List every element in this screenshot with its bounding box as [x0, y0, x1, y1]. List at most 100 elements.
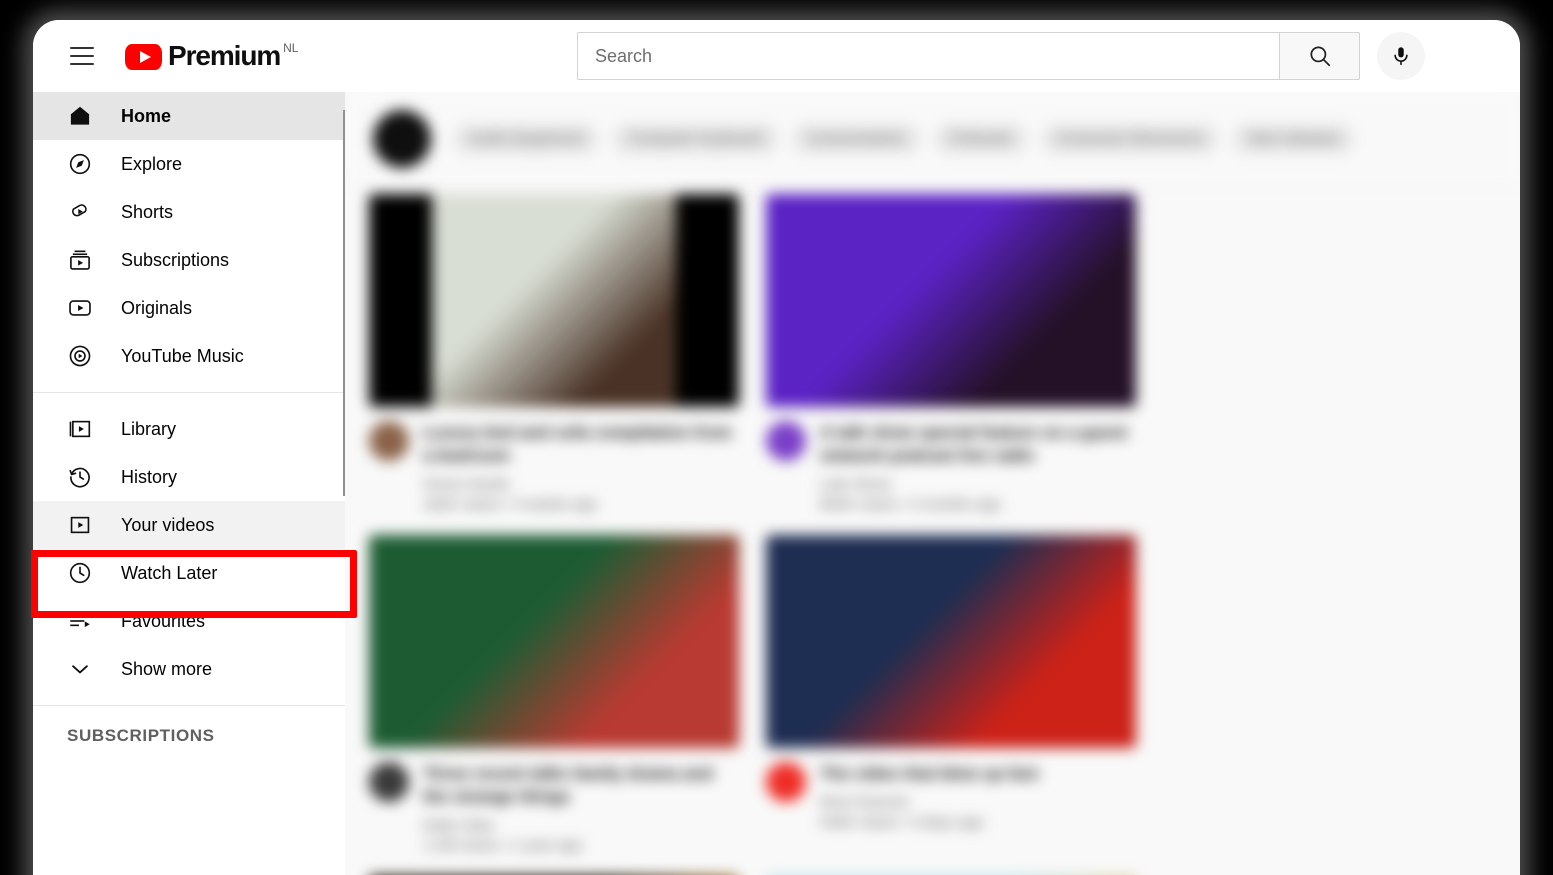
video-stats: 182K views • 4 weeks ago [423, 496, 598, 513]
sidebar-item-label: History [121, 466, 178, 487]
sidebar-item-label: Library [121, 418, 177, 439]
sidebar-item-label: Watch Later [121, 562, 218, 583]
your-videos-icon [70, 516, 90, 534]
sidebar-item-shorts[interactable]: Shorts [33, 188, 345, 236]
hamburger-menu-icon[interactable] [70, 47, 94, 65]
sidebar-item-label: Your videos [121, 514, 215, 535]
sidebar-item-favourites[interactable]: Favourites [33, 597, 345, 645]
filter-chip[interactable] [373, 109, 431, 168]
sidebar-item-subscriptions[interactable]: Subscriptions [33, 236, 345, 284]
library-icon [69, 420, 91, 438]
video-thumbnail[interactable] [369, 535, 739, 748]
video-grid: Luxury bed and sofa compilation from a b… [345, 186, 1520, 875]
sidebar-item-home[interactable]: Home [33, 92, 345, 140]
your-videos-icon [67, 512, 93, 538]
clock-icon [67, 560, 93, 586]
channel-avatar[interactable] [766, 421, 806, 461]
filter-chip[interactable]: Podcasts [934, 122, 1028, 155]
sidebar-item-label: YouTube Music [121, 345, 244, 366]
sidebar-item-your-videos[interactable]: Your videos [33, 501, 345, 549]
microphone-icon [1394, 47, 1408, 66]
sidebar-item-originals[interactable]: Originals [33, 284, 345, 332]
sidebar-item-watch-later[interactable]: Watch Later [33, 549, 345, 597]
browser-window: Premium NL Search Home Explore Shorts Su… [33, 20, 1520, 875]
video-meta: The video that blew up fast Red Channel 54… [766, 762, 1136, 831]
sidebar-item-label: Explore [121, 153, 183, 174]
video-text-block: The video that blew up fast Red Channel 54… [820, 762, 1136, 831]
video-thumbnail[interactable] [369, 194, 739, 407]
video-stats: 540K views • 3 days ago [820, 814, 984, 831]
playlist-icon [70, 615, 90, 628]
originals-icon [67, 295, 93, 321]
video-channel-name[interactable]: Home Studio [423, 476, 739, 493]
history-icon [67, 464, 93, 490]
channel-avatar[interactable] [766, 762, 806, 802]
brand-name: Premium [168, 40, 281, 71]
brand-country-code: NL [283, 41, 299, 55]
chevron-down-icon [72, 665, 88, 674]
compass-icon [67, 151, 93, 177]
sidebar-item-label: Subscriptions [121, 249, 230, 270]
video-stats: 894K views • 2 months ago [820, 496, 1002, 513]
thumbnail-letterbox [676, 194, 739, 407]
search-button[interactable] [1279, 32, 1360, 80]
compass-icon [69, 153, 91, 175]
search-input[interactable] [577, 32, 1279, 80]
video-channel-name[interactable]: Daily Clips [423, 817, 739, 834]
video-card[interactable]: Three recent talks family drama and the … [369, 535, 739, 854]
originals-icon [69, 300, 91, 316]
sidebar-item-label: Favourites [121, 610, 206, 631]
left-sidebar[interactable]: Home Explore Shorts Subscriptions Originals Y… [33, 92, 345, 875]
chevron-down-icon [67, 656, 93, 682]
sidebar-item-label: Home [121, 105, 172, 126]
channel-avatar[interactable] [369, 762, 409, 802]
subscriptions-icon [70, 250, 90, 270]
shorts-icon [72, 204, 87, 217]
sidebar-item-explore[interactable]: Explore [33, 140, 345, 188]
search-icon [1309, 46, 1330, 67]
subscriptions-icon [67, 247, 93, 273]
search-area [577, 32, 1425, 80]
video-title[interactable]: Three recent talks family drama and the … [423, 762, 739, 808]
sidebar-item-show-more[interactable]: Show more [33, 645, 345, 693]
shorts-icon [67, 199, 93, 225]
filter-chip[interactable]: Commentaries [791, 122, 922, 155]
home-icon [67, 103, 93, 129]
video-card[interactable]: Luxury bed and sofa compilation from a b… [369, 194, 739, 513]
home-icon [70, 106, 90, 125]
voice-search-button[interactable] [1377, 32, 1425, 80]
video-thumbnail[interactable] [766, 194, 1136, 407]
screenshot-root: Premium NL Search Home Explore Shorts Su… [0, 0, 1553, 875]
filter-chip[interactable]: Consumer Electronics [1040, 122, 1220, 155]
thumbnail-letterbox [369, 194, 432, 407]
filter-chip[interactable]: Audio Equipment [453, 122, 600, 155]
video-thumbnail[interactable] [766, 535, 1136, 748]
sidebar-secondary-group: Library History Your videos Watch Later Favo… [33, 393, 345, 705]
filter-chip[interactable]: New releases [1232, 122, 1356, 155]
channel-avatar[interactable] [369, 421, 409, 461]
youtube-music-icon [69, 345, 91, 367]
youtube-logo-icon [125, 44, 162, 70]
video-channel-name[interactable]: Red Channel [820, 794, 1136, 811]
clock-icon [69, 562, 91, 584]
video-card[interactable]: The video that blew up fast Red Channel 54… [766, 535, 1136, 854]
video-title[interactable]: Luxury bed and sofa compilation from a b… [423, 421, 739, 467]
youtube-music-icon [67, 343, 93, 369]
library-icon [67, 416, 93, 442]
sidebar-item-library[interactable]: Library [33, 405, 345, 453]
video-title[interactable]: The video that blew up fast [820, 762, 1136, 785]
video-stats: 1.2M views • 1 year ago [423, 837, 583, 854]
main-content-area: Audio Equipment Computer Keyboard Commenta… [345, 92, 1520, 875]
video-card[interactable]: A talk show special feature on a guest n… [766, 194, 1136, 513]
subscriptions-section-header: SUBSCRIPTIONS [67, 726, 215, 745]
video-channel-name[interactable]: Late Show [820, 476, 1136, 493]
filter-chips-bar[interactable]: Audio Equipment Computer Keyboard Commenta… [345, 92, 1520, 186]
youtube-premium-logo[interactable]: Premium NL [125, 41, 298, 71]
sidebar-item-label: Originals [121, 297, 193, 318]
sidebar-item-history[interactable]: History [33, 453, 345, 501]
filter-chip[interactable]: Computer Keyboard [612, 122, 779, 155]
video-meta: Three recent talks family drama and the … [369, 762, 739, 854]
video-text-block: Three recent talks family drama and the … [423, 762, 739, 854]
video-title[interactable]: A talk show special feature on a guest n… [820, 421, 1136, 467]
sidebar-item-youtube-music[interactable]: YouTube Music [33, 332, 345, 380]
